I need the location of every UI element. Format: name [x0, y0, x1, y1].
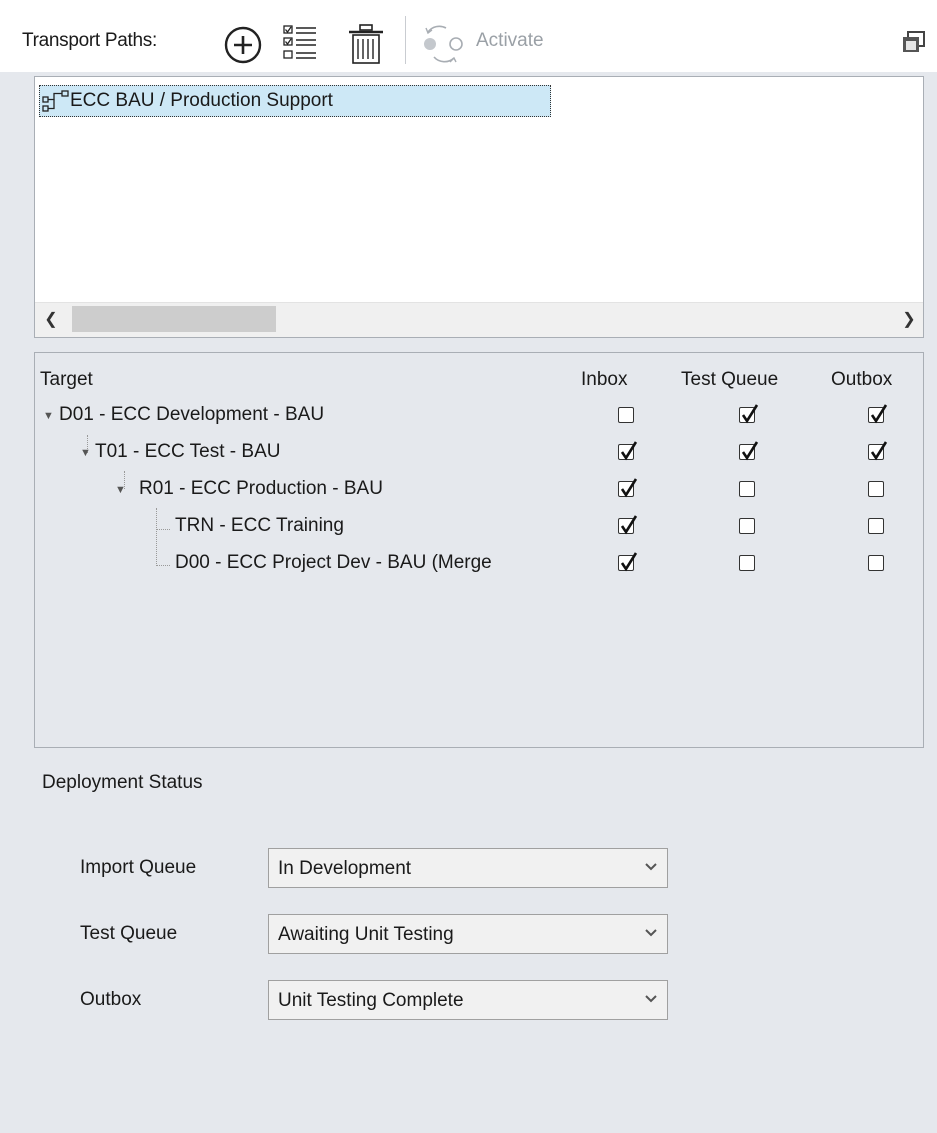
checkmark-icon	[741, 404, 759, 424]
test-queue-checkbox[interactable]	[739, 518, 755, 534]
plus-circle-icon	[224, 26, 262, 64]
test-queue-label: Test Queue	[80, 923, 178, 944]
import-queue-value: In Development	[278, 858, 412, 879]
target-row[interactable]: ▼ R01 - ECC Production - BAU	[35, 473, 923, 509]
import-queue-label: Import Queue	[80, 857, 197, 878]
chevron-down-icon	[645, 995, 657, 1003]
outbox-select[interactable]: Unit Testing Complete	[268, 980, 668, 1020]
outbox-checkbox[interactable]	[868, 555, 884, 571]
column-header-target: Target	[40, 369, 93, 390]
delete-button[interactable]	[347, 23, 385, 65]
activate-button[interactable]: Activate	[418, 22, 568, 66]
transport-paths-list: ECC BAU / Production Support ❮ ❯	[34, 76, 924, 338]
scroll-right-icon[interactable]: ❯	[899, 309, 919, 329]
chevron-down-icon	[645, 929, 657, 937]
outbox-label: Outbox	[80, 989, 142, 1010]
horizontal-scrollbar[interactable]: ❮ ❯	[35, 302, 923, 337]
checkmark-icon	[620, 515, 638, 535]
outbox-checkbox[interactable]	[868, 404, 888, 424]
trash-icon	[349, 24, 383, 64]
target-label: D01 - ECC Development - BAU	[59, 404, 325, 425]
scrollbar-thumb[interactable]	[72, 306, 276, 332]
activate-label: Activate	[476, 30, 544, 51]
test-queue-checkbox[interactable]	[739, 404, 759, 424]
column-header-inbox: Inbox	[581, 369, 628, 390]
expand-triangle-icon[interactable]: ▼	[43, 410, 54, 422]
test-queue-select[interactable]: Awaiting Unit Testing	[268, 914, 668, 954]
target-row[interactable]: D00 - ECC Project Dev - BAU (Merge	[35, 547, 923, 583]
window-icon	[903, 31, 925, 52]
path-item-label: ECC BAU / Production Support	[70, 90, 333, 111]
target-label: TRN - ECC Training	[175, 515, 344, 536]
chevron-down-icon	[645, 863, 657, 871]
checkmark-icon	[870, 441, 888, 461]
inbox-checkbox[interactable]	[618, 515, 638, 535]
hierarchy-icon	[42, 90, 69, 112]
target-label: D00 - ECC Project Dev - BAU (Merge	[175, 552, 492, 573]
target-label: R01 - ECC Production - BAU	[139, 478, 383, 499]
add-path-button[interactable]	[222, 24, 264, 66]
inbox-checkbox[interactable]	[618, 407, 634, 423]
target-tree-table: Target Inbox Test Queue Outbox ▼ D01 - E…	[34, 352, 924, 748]
inbox-checkbox[interactable]	[618, 441, 638, 461]
expand-triangle-icon[interactable]: ▼	[80, 447, 91, 459]
inbox-checkbox[interactable]	[618, 478, 638, 498]
column-header-outbox: Outbox	[831, 369, 893, 390]
test-queue-checkbox[interactable]	[739, 555, 755, 571]
toolbar-separator	[405, 16, 406, 64]
import-queue-select[interactable]: In Development	[268, 848, 668, 888]
toolbar: Transport Paths: Activate	[0, 0, 937, 72]
deployment-status-title: Deployment Status	[42, 772, 203, 793]
outbox-value: Unit Testing Complete	[278, 990, 464, 1011]
target-row[interactable]: ▼ D01 - ECC Development - BAU	[35, 399, 923, 435]
checkmark-icon	[620, 552, 638, 572]
checkmark-icon	[620, 478, 638, 498]
target-row[interactable]: ▼ T01 - ECC Test - BAU	[35, 436, 923, 472]
outbox-checkbox[interactable]	[868, 481, 884, 497]
test-queue-checkbox[interactable]	[739, 441, 759, 461]
test-queue-checkbox[interactable]	[739, 481, 755, 497]
outbox-checkbox[interactable]	[868, 441, 888, 461]
checkmark-icon	[741, 441, 759, 461]
activate-icon	[424, 25, 463, 63]
expand-triangle-icon[interactable]: ▼	[115, 484, 126, 496]
column-header-test-queue: Test Queue	[681, 369, 779, 390]
test-queue-value: Awaiting Unit Testing	[278, 924, 454, 945]
inbox-checkbox[interactable]	[618, 552, 638, 572]
window-button[interactable]	[902, 31, 926, 53]
checkmark-icon	[620, 441, 638, 461]
path-item[interactable]: ECC BAU / Production Support	[39, 85, 551, 117]
outbox-checkbox[interactable]	[868, 518, 884, 534]
target-label: T01 - ECC Test - BAU	[95, 441, 281, 462]
checkmark-icon	[870, 404, 888, 424]
checklist-icon	[283, 25, 316, 59]
transport-paths-title: Transport Paths:	[22, 30, 157, 51]
target-row[interactable]: TRN - ECC Training	[35, 510, 923, 546]
edit-list-button[interactable]	[283, 24, 317, 64]
scroll-left-icon[interactable]: ❮	[41, 309, 61, 329]
